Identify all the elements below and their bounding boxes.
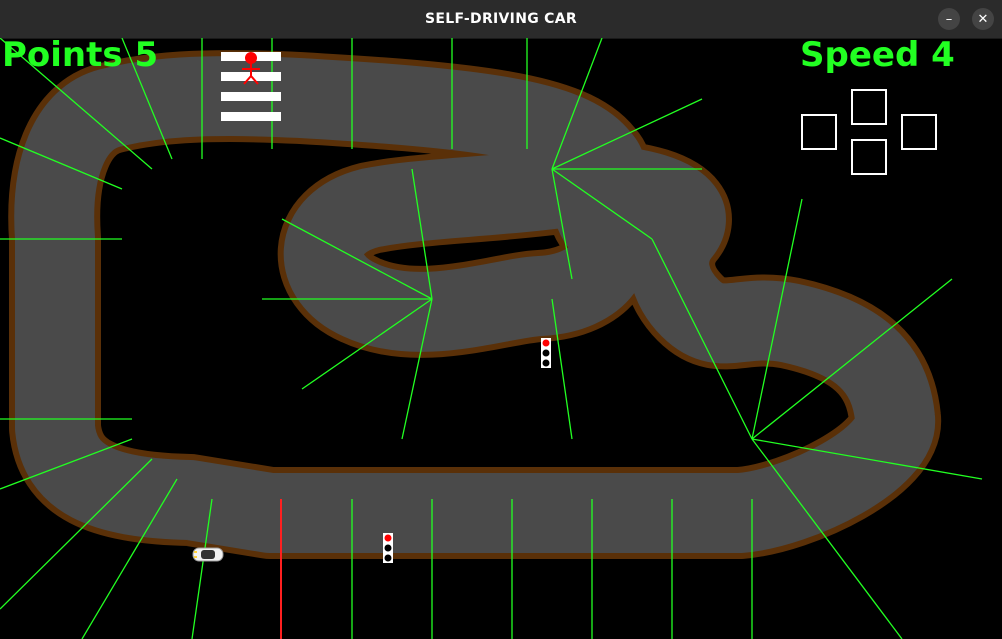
up-key-indicator [851,89,887,125]
minimize-button[interactable]: – [938,8,960,30]
right-key-indicator [901,114,937,150]
points-label: Points [2,35,123,75]
speed-label: Speed [800,35,920,75]
track-surface [14,56,935,553]
left-key-indicator [801,114,837,150]
minimize-icon: – [945,11,953,27]
down-key-indicator [851,139,887,175]
window-title: SELF-DRIVING CAR [425,11,577,27]
speed-display: Speed 4 [800,38,955,72]
close-icon: ✕ [977,11,989,27]
close-button[interactable]: ✕ [972,8,994,30]
points-value: 5 [134,35,159,75]
traffic-light-icon [383,533,393,563]
title-bar: SELF-DRIVING CAR – ✕ [0,0,1002,39]
speed-value: 4 [931,35,955,75]
points-display: Points 5 [2,38,158,72]
car-icon [192,547,224,562]
traffic-light-icon [541,338,551,368]
game-canvas: Points 5 Speed 4 [0,37,1002,639]
track-scene [0,37,983,639]
game-window: SELF-DRIVING CAR – ✕ Points 5 Speed 4 [0,0,1002,639]
